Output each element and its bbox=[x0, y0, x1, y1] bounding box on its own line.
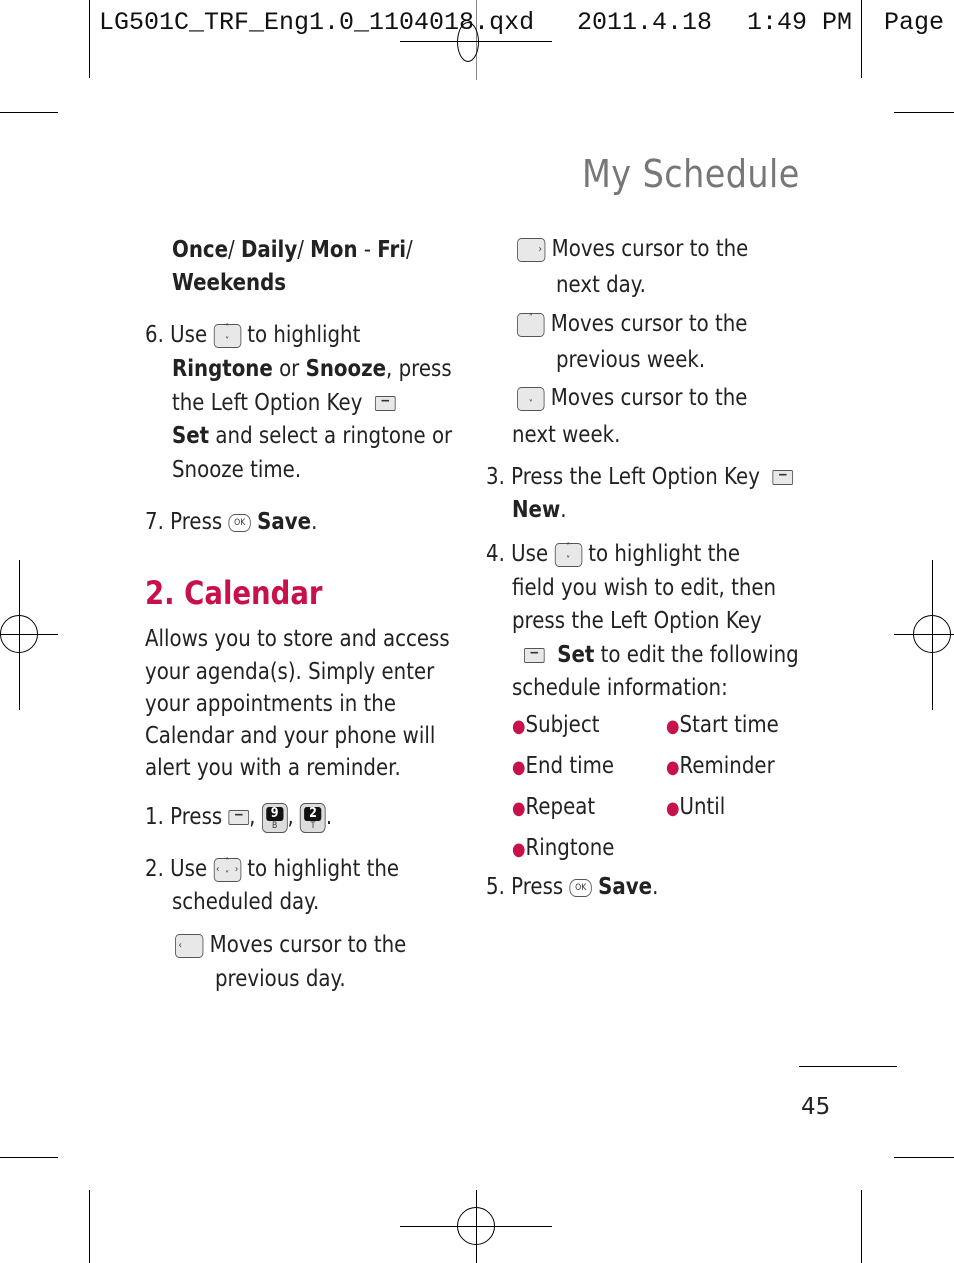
nav-left-key-icon: ‹ bbox=[175, 933, 204, 958]
bullet-icon: ● bbox=[666, 798, 680, 819]
crop-mark bbox=[861, 0, 862, 78]
crop-mark bbox=[861, 1190, 862, 1263]
ok-key-icon: OK bbox=[569, 878, 592, 897]
left-key-desc-line1: ‹ Moves cursor to the bbox=[175, 929, 406, 963]
crop-mark bbox=[894, 1157, 954, 1158]
field-item: ●Start time bbox=[666, 712, 779, 738]
nav-down-key-icon: ˅ bbox=[517, 386, 545, 411]
bullet-icon: ● bbox=[666, 716, 680, 737]
slug-filename: LG501C_TRF_Eng1.0_1104018.qxd bbox=[99, 8, 535, 37]
crop-mark bbox=[89, 1190, 90, 1263]
step3-line1: 3. Press the Left Option Key − bbox=[486, 461, 794, 495]
registration-mark bbox=[913, 615, 951, 653]
intro-line: alert you with a reminder. bbox=[145, 755, 401, 781]
left-option-key-icon: − bbox=[524, 646, 545, 663]
nav-up-key-icon: ˄ bbox=[517, 312, 545, 337]
step6-line5: Snooze time. bbox=[172, 457, 302, 483]
bullet-icon: ● bbox=[512, 839, 526, 860]
key-9-icon: 9B bbox=[261, 802, 288, 833]
step4-line4: − Set to edit the following bbox=[524, 639, 799, 673]
bullet-icon: ● bbox=[512, 757, 526, 778]
page-title: My Schedule bbox=[582, 152, 800, 196]
field-item: ●Repeat bbox=[512, 794, 596, 820]
field-item: ●Ringtone bbox=[512, 835, 615, 861]
repeat-option: Weekends bbox=[172, 270, 287, 296]
step4-line5: schedule information: bbox=[512, 675, 728, 701]
step3-line2: New. bbox=[512, 497, 567, 523]
registration-mark bbox=[0, 615, 38, 653]
slug-page-label: Page bbox=[884, 8, 945, 37]
step6-line4: Set and select a ringtone or bbox=[172, 423, 453, 449]
ok-key-icon: OK bbox=[228, 513, 251, 532]
nav-right-key-icon: › bbox=[517, 237, 546, 262]
step4-line1: 4. Use ˄ ˅ to highlight the bbox=[486, 541, 741, 567]
field-item: ●End time bbox=[512, 753, 615, 779]
repeat-options-line1: Once/ Daily/ Mon - Fri/ bbox=[172, 237, 413, 263]
step4-line2: field you wish to edit, then bbox=[512, 575, 777, 601]
step5: 5. Press OK Save. bbox=[486, 874, 659, 900]
step6-line1: 6. Use ˄ ˅ to highlight bbox=[145, 322, 361, 348]
repeat-options-line2: Weekends bbox=[172, 267, 286, 301]
left-key-desc-line2: previous day. bbox=[215, 966, 346, 992]
down-key-desc-line2: next week. bbox=[512, 422, 621, 448]
left-option-key-icon: − bbox=[772, 468, 794, 485]
step4-line3: press the Left Option Key bbox=[512, 608, 762, 634]
intro-line: your appointments in the bbox=[145, 691, 396, 717]
field-item: ●Reminder bbox=[666, 753, 775, 779]
field-item: ●Subject bbox=[512, 712, 600, 738]
repeat-option: Once bbox=[172, 237, 229, 263]
crop-mark bbox=[0, 1157, 58, 1158]
registration-mark bbox=[457, 1207, 495, 1245]
repeat-option: Fri bbox=[377, 237, 407, 263]
bullet-icon: ● bbox=[512, 716, 526, 737]
cal-step2-line1: 2. Use ˄ ˅ ‹ › to highlight the bbox=[145, 856, 400, 882]
intro-line: your agenda(s). Simply enter bbox=[145, 659, 435, 685]
right-key-desc-line2: next day. bbox=[556, 272, 646, 298]
bullet-icon: ● bbox=[512, 798, 526, 819]
intro-line: Allows you to store and access bbox=[145, 626, 450, 652]
crop-mark bbox=[0, 112, 58, 113]
field-item: ●Until bbox=[666, 794, 726, 820]
page-number: 45 bbox=[801, 1094, 831, 1120]
bullet-icon: ● bbox=[666, 757, 680, 778]
crop-mark bbox=[89, 0, 90, 78]
key-2-icon: 2T bbox=[300, 802, 326, 833]
slug-time: 1:49 PM bbox=[747, 8, 853, 37]
step6-line2: Ringtone or Snooze, press bbox=[172, 356, 452, 382]
cal-step2-line2: scheduled day. bbox=[172, 889, 320, 915]
nav-up-down-key-icon: ˄ ˅ bbox=[554, 542, 582, 567]
section-heading-calendar: 2. Calendar bbox=[145, 574, 323, 612]
slug-date: 2011.4.18 bbox=[577, 8, 713, 37]
footer-rule bbox=[799, 1066, 897, 1067]
left-option-key-icon: − bbox=[228, 808, 250, 825]
step7: 7. Press OK Save. bbox=[145, 509, 318, 535]
repeat-option: Mon bbox=[310, 237, 358, 263]
right-key-desc-line1: › Moves cursor to the bbox=[517, 233, 748, 267]
nav-4way-key-icon: ˄ ˅ ‹ › bbox=[213, 857, 241, 882]
crop-mark bbox=[894, 112, 954, 113]
intro-line: Calendar and your phone will bbox=[145, 723, 436, 749]
left-option-key-icon: − bbox=[375, 394, 396, 411]
nav-up-down-key-icon: ˄ ˅ bbox=[213, 323, 241, 348]
repeat-option: Daily bbox=[241, 237, 298, 263]
cal-step1: 1. Press −, 9B, 2T. bbox=[145, 802, 333, 833]
down-key-desc-line1: ˅ Moves cursor to the bbox=[517, 382, 747, 416]
step6-line3: the Left Option Key − bbox=[172, 387, 396, 421]
up-key-desc-line1: ˄ Moves cursor to the bbox=[517, 308, 747, 342]
up-key-desc-line2: previous week. bbox=[556, 347, 706, 373]
